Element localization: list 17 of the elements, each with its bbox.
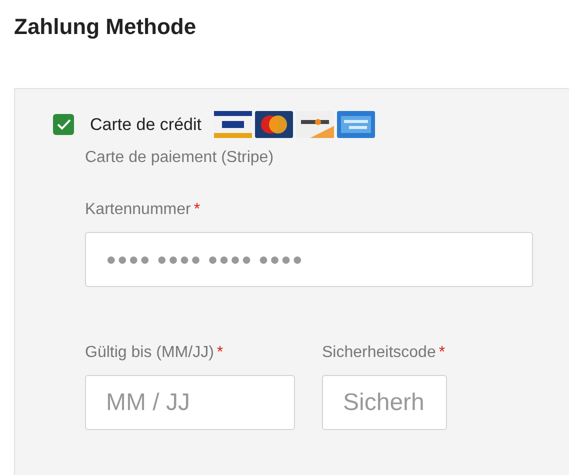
checkmark-icon bbox=[56, 119, 70, 130]
payment-description: Carte de paiement (Stripe) bbox=[85, 148, 275, 168]
input-field[interactable]: Sicherh bbox=[322, 375, 447, 430]
field-label: Kartennummer bbox=[85, 200, 191, 220]
required-mark: * bbox=[194, 200, 200, 220]
payment-option-label[interactable]: Carte de crédit bbox=[90, 112, 202, 138]
input-field[interactable]: MM / JJ bbox=[85, 375, 295, 430]
section-title: Zahlung Methode bbox=[14, 13, 196, 41]
required-mark: * bbox=[438, 343, 446, 363]
card-logo-icon bbox=[336, 111, 374, 138]
card-logo-icon bbox=[214, 111, 252, 138]
field-label: Gültig bis (MM/JJ) bbox=[85, 343, 214, 363]
input-field[interactable]: ●●●● ●●●● ●●●● ●●●● bbox=[85, 232, 533, 287]
required-mark: * bbox=[216, 343, 224, 363]
field-label: Sicherheitscode bbox=[322, 343, 436, 363]
checkbox[interactable] bbox=[53, 114, 74, 135]
card-logo-icon bbox=[254, 111, 292, 138]
